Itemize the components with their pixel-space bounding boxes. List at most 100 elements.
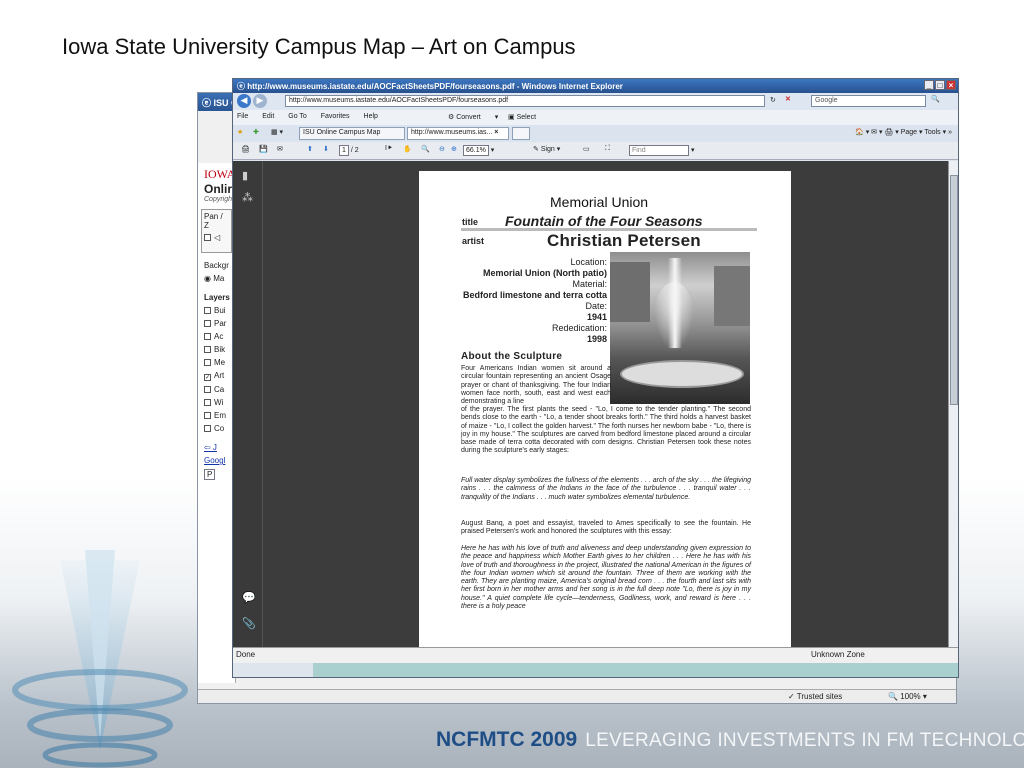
checkbox-icon[interactable] <box>204 320 211 327</box>
info-key: Rededication: <box>551 323 607 333</box>
checkbox-icon[interactable] <box>204 399 211 406</box>
refresh-icon[interactable]: ↻ <box>770 96 776 104</box>
pdf-viewer: ▮ ⁂ 💬 📎 Memorial Union title Fountain of… <box>233 161 958 651</box>
info-key: Location: <box>570 257 607 267</box>
checkbox-icon[interactable] <box>204 333 211 340</box>
sidebar-link-google[interactable]: Googl <box>204 456 225 465</box>
zoom-status[interactable]: 🔍 100% ▾ <box>888 692 927 701</box>
zoom-tool-icon[interactable]: 🔍 <box>421 145 430 153</box>
tab-grid-icon[interactable]: ▦ ▾ <box>271 128 283 136</box>
zoom-controls[interactable]: ◁ <box>204 233 229 242</box>
tab-campus-map[interactable]: ISU Online Campus Map <box>299 127 405 140</box>
campus-map-sidebar: IOWA Onlir Copyrigh Pan / Z ◁ Backgr ◉ M… <box>198 163 236 683</box>
select-tool-icon[interactable]: I⯈ <box>385 145 393 153</box>
sign-button[interactable]: ✎ Sign ▾ <box>533 145 560 153</box>
tab-pdf[interactable]: http://www.museums.ias... × <box>407 127 509 140</box>
attachments-icon[interactable]: 📎 <box>242 617 256 630</box>
scrollbar-thumb[interactable] <box>950 175 958 405</box>
layer-label: Me <box>214 358 226 367</box>
pages-icon[interactable]: ▮ <box>242 169 254 182</box>
prev-page-icon[interactable]: ⬆ <box>307 145 313 153</box>
zoom-out-icon[interactable] <box>204 234 211 241</box>
back-arrow-icon[interactable]: ◀ <box>237 94 251 108</box>
footer-tagline: LEVERAGING INVESTMENTS IN FM TECHNOLOGY <box>585 730 1024 751</box>
find-box[interactable]: Find ▾ <box>629 145 694 156</box>
menu-goto[interactable]: Go To <box>288 113 307 120</box>
forward-arrow-icon[interactable]: ▶ <box>253 94 267 108</box>
address-input[interactable]: http://www.museums.iastate.edu/AOCFactSh… <box>285 95 765 107</box>
search-icon[interactable]: 🔍 <box>931 95 940 103</box>
checkbox-icon[interactable] <box>204 386 211 393</box>
checkbox-icon[interactable] <box>204 425 211 432</box>
background-option-radio[interactable]: ◉ Ma <box>198 272 235 285</box>
save-icon[interactable]: 💾 <box>259 145 268 153</box>
sidebar-button[interactable]: P <box>204 469 216 480</box>
layer-item[interactable]: Bik <box>198 343 235 356</box>
layer-label: Co <box>214 424 225 433</box>
minimize-icon[interactable]: _ <box>924 80 934 90</box>
hand-tool-icon[interactable]: ✋ <box>403 145 412 153</box>
pdf-scrollbar[interactable] <box>948 161 958 647</box>
layer-item[interactable]: Co <box>198 422 235 435</box>
stop-icon[interactable]: ✕ <box>785 95 791 103</box>
layer-label: Ca <box>214 385 225 394</box>
pan-zoom-panel: Pan / Z ◁ <box>201 209 232 253</box>
checkbox-icon[interactable] <box>204 412 211 419</box>
fit-page-icon[interactable]: ▭ <box>583 145 590 153</box>
layer-item[interactable]: Par <box>198 317 235 330</box>
background-label: Backgr <box>204 261 229 270</box>
next-page-icon[interactable]: ⬇ <box>323 145 329 153</box>
layer-item[interactable]: Me <box>198 356 235 369</box>
fountain-photo <box>610 252 750 404</box>
menu-edit[interactable]: Edit <box>262 113 274 120</box>
about-paragraph-1b: of the prayer. The first plants the seed… <box>461 406 751 455</box>
layer-label: Bui <box>214 306 226 315</box>
layer-label: Par <box>214 319 227 328</box>
checkbox-checked-icon[interactable]: ✓ <box>204 374 211 381</box>
command-bar[interactable]: 🏠 ▾ ✉ ▾ 🖨 ▾ Page ▾ Tools ▾ » <box>855 128 952 136</box>
comments-icon[interactable]: 💬 <box>242 591 256 604</box>
layer-item[interactable]: Ac <box>198 330 235 343</box>
photo-basin <box>620 360 744 388</box>
page-indicator: 1 / 2 <box>339 145 359 156</box>
pdf-page: Memorial Union title Fountain of the Fou… <box>419 171 791 651</box>
convert-button[interactable]: ⚙ Convert ▾ <box>448 113 498 121</box>
notes-paragraph: Full water display symbolizes the fullne… <box>461 477 751 501</box>
add-favorite-icon[interactable]: ✚ <box>253 128 259 136</box>
menu-help[interactable]: Help <box>364 113 378 120</box>
sidebar-link-1[interactable]: ⇦ J <box>204 443 217 452</box>
pan-left-icon[interactable]: ◁ <box>214 233 220 242</box>
new-tab-button[interactable] <box>512 127 530 140</box>
zoom-in-button[interactable]: ⊕ <box>451 145 457 153</box>
photo-water-jet <box>668 258 682 348</box>
maximize-icon[interactable]: □ <box>935 80 945 90</box>
page-number-input[interactable]: 1 <box>339 145 349 156</box>
close-icon[interactable]: × <box>946 80 956 90</box>
radio-selected-icon[interactable]: ◉ <box>204 274 211 283</box>
tab-close-icon[interactable]: × <box>494 129 498 136</box>
search-input[interactable]: Google <box>811 95 926 107</box>
favorites-star-icon[interactable]: ★ <box>237 128 243 136</box>
checkbox-icon[interactable] <box>204 307 211 314</box>
layer-item[interactable]: Em <box>198 409 235 422</box>
menu-favorites[interactable]: Favorites <box>321 113 350 120</box>
layer-item[interactable]: Ca <box>198 383 235 396</box>
zoom-out-button[interactable]: ⊖ <box>439 145 445 153</box>
select-button[interactable]: ▣ Select <box>508 113 548 121</box>
page-heading: Memorial Union <box>550 194 649 210</box>
fit-width-icon[interactable]: ⛶ <box>605 145 610 153</box>
sculpture-info: Location: Memorial Union (North patio) Mat… <box>459 257 607 345</box>
layer-item[interactable]: Bui <box>198 304 235 317</box>
pan-zoom-label: Pan / Z <box>204 212 223 230</box>
email-icon[interactable]: ✉ <box>277 145 283 153</box>
layer-item[interactable]: Wi <box>198 396 235 409</box>
ie-window: ⓔ http://www.museums.iastate.edu/AOCFact… <box>232 78 959 678</box>
layer-label: Art <box>214 371 225 380</box>
print-icon[interactable]: 🖨 <box>241 145 250 153</box>
layer-item[interactable]: ✓ Art <box>198 369 235 383</box>
menu-file[interactable]: File <box>237 113 248 120</box>
checkbox-icon[interactable] <box>204 346 211 353</box>
bookmarks-icon[interactable]: ⁂ <box>242 191 254 204</box>
zoom-select[interactable]: 66.1% ▾ <box>463 145 494 156</box>
checkbox-icon[interactable] <box>204 359 211 366</box>
